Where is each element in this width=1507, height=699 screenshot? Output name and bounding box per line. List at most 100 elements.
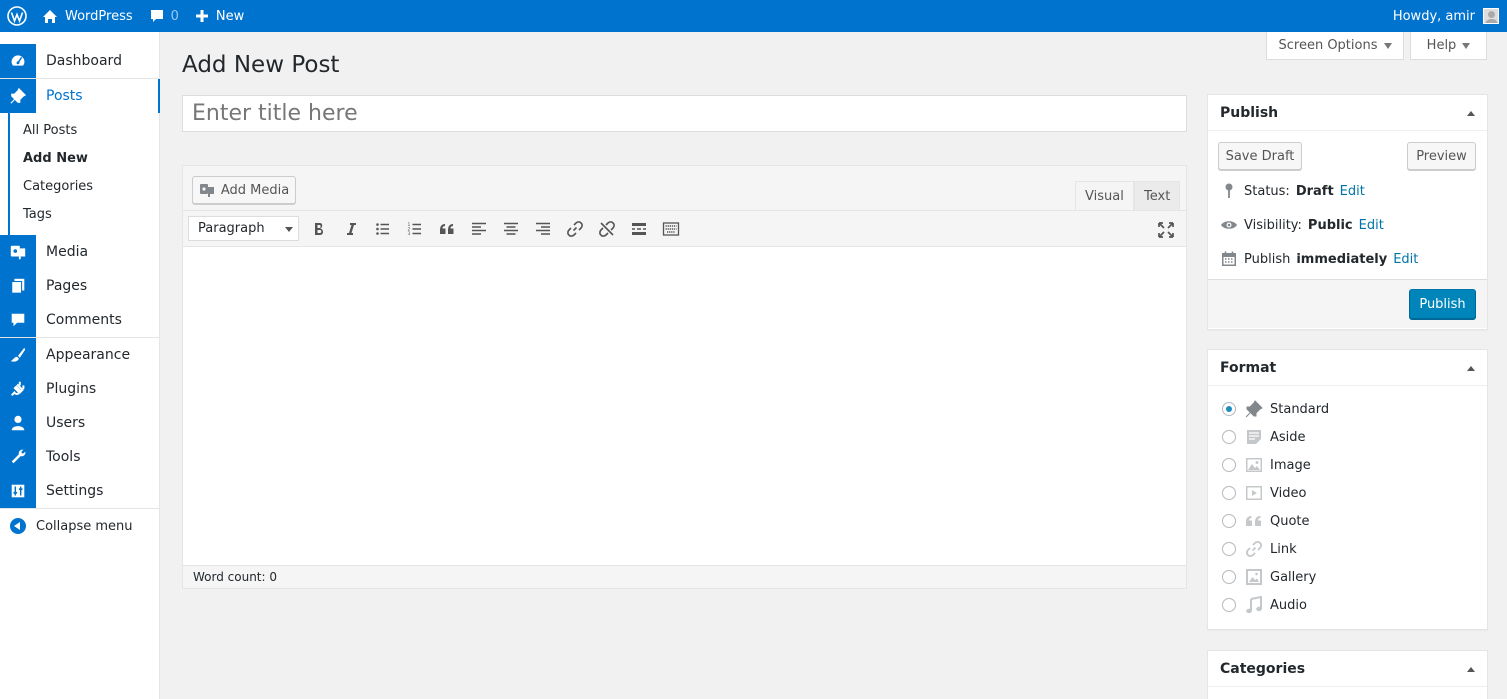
format-option-link[interactable]: Link xyxy=(1222,539,1297,559)
media-icon xyxy=(0,235,36,269)
format-box-header[interactable]: Format xyxy=(1208,350,1487,386)
comments-link[interactable]: 0 xyxy=(141,0,187,32)
distraction-free-button[interactable] xyxy=(1154,220,1178,240)
admin-sidebar: Dashboard Posts All Posts Add New Catego… xyxy=(0,32,160,699)
edit-schedule-link[interactable]: Edit xyxy=(1393,252,1418,267)
menu-media[interactable]: Media xyxy=(0,235,159,269)
menu-plugins-label: Plugins xyxy=(46,381,97,397)
gallery-icon xyxy=(1244,567,1264,587)
format-option-video[interactable]: Video xyxy=(1222,483,1306,503)
save-draft-button[interactable]: Save Draft xyxy=(1218,142,1302,170)
radio-link[interactable] xyxy=(1222,542,1236,556)
bold-button[interactable] xyxy=(303,214,335,244)
link-icon xyxy=(1244,539,1264,559)
menu-dashboard[interactable]: Dashboard xyxy=(0,44,159,78)
menu-appearance[interactable]: Appearance xyxy=(0,338,159,372)
bulleted-list-button[interactable] xyxy=(367,214,399,244)
radio-audio[interactable] xyxy=(1222,598,1236,612)
tab-visual-label: Visual xyxy=(1085,189,1124,204)
add-media-button[interactable]: Add Media xyxy=(192,176,296,204)
site-name-label: WordPress xyxy=(65,8,133,24)
collapse-menu[interactable]: Collapse menu xyxy=(0,509,159,543)
collapse-toggle-icon[interactable] xyxy=(1467,667,1475,672)
menu-dashboard-label: Dashboard xyxy=(46,53,122,69)
align-right-icon xyxy=(534,220,552,238)
radio-quote[interactable] xyxy=(1222,514,1236,528)
numbered-list-button[interactable]: 123 xyxy=(399,214,431,244)
help-button[interactable]: Help xyxy=(1410,32,1487,60)
format-select[interactable]: Paragraph xyxy=(188,216,299,241)
categories-box-header[interactable]: Categories xyxy=(1208,651,1487,687)
site-name-link[interactable]: WordPress xyxy=(34,0,141,32)
format-box: Format Standard Aside Image Video Quote … xyxy=(1207,349,1488,630)
menu-settings[interactable]: Settings xyxy=(0,474,159,508)
edit-status-link[interactable]: Edit xyxy=(1340,184,1365,199)
align-center-button[interactable] xyxy=(495,214,527,244)
radio-standard[interactable] xyxy=(1222,402,1236,416)
format-option-label: Gallery xyxy=(1270,569,1317,585)
screen-options-button[interactable]: Screen Options xyxy=(1266,32,1404,60)
add-media-icon xyxy=(199,182,215,198)
edit-visibility-link[interactable]: Edit xyxy=(1359,218,1384,233)
tab-visual[interactable]: Visual xyxy=(1075,181,1134,211)
format-option-gallery[interactable]: Gallery xyxy=(1222,567,1316,587)
submenu-add-new[interactable]: Add New xyxy=(23,145,159,173)
toolbar-toggle-button[interactable] xyxy=(655,214,687,244)
menu-plugins[interactable]: Plugins xyxy=(0,372,159,406)
pushpin-icon xyxy=(0,79,36,113)
wordpress-logo-icon[interactable] xyxy=(0,0,34,32)
collapse-toggle-icon[interactable] xyxy=(1467,366,1475,371)
wrench-icon xyxy=(0,440,36,474)
insert-link-button[interactable] xyxy=(559,214,591,244)
format-option-label: Quote xyxy=(1270,513,1310,529)
preview-button[interactable]: Preview xyxy=(1407,142,1476,170)
new-label: New xyxy=(215,8,245,24)
tab-text[interactable]: Text xyxy=(1134,181,1181,211)
menu-users[interactable]: Users xyxy=(0,406,159,440)
posts-submenu: All Posts Add New Categories Tags xyxy=(8,113,159,235)
format-option-label: Audio xyxy=(1270,597,1307,613)
format-option-standard[interactable]: Standard xyxy=(1222,399,1329,419)
align-left-icon xyxy=(470,220,488,238)
editor-status-bar: Word count: 0 xyxy=(183,565,1186,588)
editor-content-area[interactable] xyxy=(183,247,1186,565)
format-option-audio[interactable]: Audio xyxy=(1222,595,1307,615)
account-menu[interactable]: Howdy, amir xyxy=(1385,0,1507,32)
users-icon xyxy=(0,406,36,440)
radio-image[interactable] xyxy=(1222,458,1236,472)
radio-video[interactable] xyxy=(1222,486,1236,500)
collapse-toggle-icon[interactable] xyxy=(1467,111,1475,116)
format-option-aside[interactable]: Aside xyxy=(1222,427,1306,447)
keyboard-icon xyxy=(662,220,680,238)
submenu-categories[interactable]: Categories xyxy=(23,173,159,201)
align-right-button[interactable] xyxy=(527,214,559,244)
menu-tools[interactable]: Tools xyxy=(0,440,159,474)
italic-button[interactable] xyxy=(335,214,367,244)
align-center-icon xyxy=(502,220,520,238)
menu-pages[interactable]: Pages xyxy=(0,269,159,303)
radio-aside[interactable] xyxy=(1222,430,1236,444)
new-content-link[interactable]: New xyxy=(187,0,252,32)
status-label: Status: xyxy=(1244,183,1290,199)
align-left-button[interactable] xyxy=(463,214,495,244)
read-more-button[interactable] xyxy=(623,214,655,244)
publish-value: immediately xyxy=(1296,251,1388,267)
menu-posts[interactable]: Posts xyxy=(0,79,160,113)
submenu-all-posts[interactable]: All Posts xyxy=(23,117,159,145)
format-option-image[interactable]: Image xyxy=(1222,455,1311,475)
format-option-quote[interactable]: Quote xyxy=(1222,511,1310,531)
menu-comments[interactable]: Comments xyxy=(0,303,159,337)
pages-icon xyxy=(0,269,36,303)
quote-icon xyxy=(438,220,456,238)
categories-box-title: Categories xyxy=(1220,660,1306,677)
remove-link-button[interactable] xyxy=(591,214,623,244)
blockquote-button[interactable] xyxy=(431,214,463,244)
image-icon xyxy=(1244,455,1264,475)
dashboard-icon xyxy=(0,44,36,78)
submenu-tags[interactable]: Tags xyxy=(23,201,159,229)
radio-gallery[interactable] xyxy=(1222,570,1236,584)
post-title-input[interactable] xyxy=(183,96,1186,131)
menu-media-label: Media xyxy=(46,244,89,260)
publish-button[interactable]: Publish xyxy=(1409,289,1476,319)
publish-box-header[interactable]: Publish xyxy=(1208,95,1487,131)
